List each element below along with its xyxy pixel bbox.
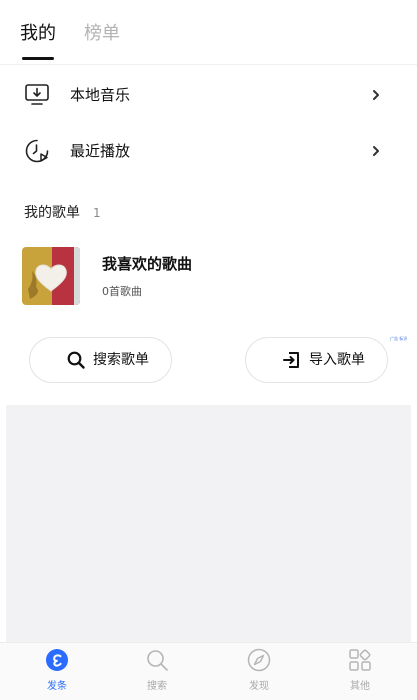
tabbar-item-home[interactable]: 发条 [5,643,109,700]
tab-rank[interactable]: 榜单 [84,22,120,46]
playlist-item-favorites[interactable]: 我喜欢的歌曲 0首歌曲 [22,247,402,305]
ad-label: 广告 标识 [390,336,408,341]
chevron-right-icon [373,146,379,156]
content-placeholder [6,405,411,642]
playlist-cover [22,247,80,305]
active-tab-indicator [22,57,54,60]
search-playlist-button[interactable]: 搜索歌单 [29,337,172,383]
import-icon [283,352,299,368]
tabbar-item-search[interactable]: 搜索 [105,643,209,700]
local-music-label: 本地音乐 [70,86,131,104]
my-playlists-title: 我的歌单 [24,205,80,221]
recent-play-label: 最近播放 [70,142,131,160]
tabs-divider [0,64,417,65]
chevron-right-icon [373,90,379,100]
app-logo-icon [46,649,68,671]
my-playlists-count: 1 [93,206,101,220]
search-icon [147,650,168,671]
import-playlist-button[interactable]: 导入歌单 [245,337,388,383]
grid-icon [349,649,371,671]
tabbar-label: 其他 [350,681,370,692]
tabbar-label: 发条 [47,681,67,692]
bottom-tab-bar: 发条 搜索 发现 其他 [0,642,417,700]
heart-cover-icon [22,247,80,305]
search-icon [67,351,85,369]
tabbar-item-discover[interactable]: 发现 [207,643,311,700]
clock-play-icon [25,139,49,163]
monitor-download-icon [25,84,49,105]
tab-mine[interactable]: 我的 [20,22,56,46]
tabbar-item-other[interactable]: 其他 [308,643,412,700]
playlist-song-count: 0首歌曲 [102,285,142,298]
compass-icon [247,648,271,672]
tabbar-label: 发现 [249,681,269,692]
tabbar-label: 搜索 [147,681,167,692]
search-playlist-label: 搜索歌单 [93,352,149,368]
recent-play-row[interactable]: 最近播放 [0,124,417,178]
top-tabs: 我的 榜单 [0,0,417,64]
playlist-title: 我喜欢的歌曲 [102,255,193,273]
import-playlist-label: 导入歌单 [309,352,365,368]
local-music-row[interactable]: 本地音乐 [0,68,417,122]
